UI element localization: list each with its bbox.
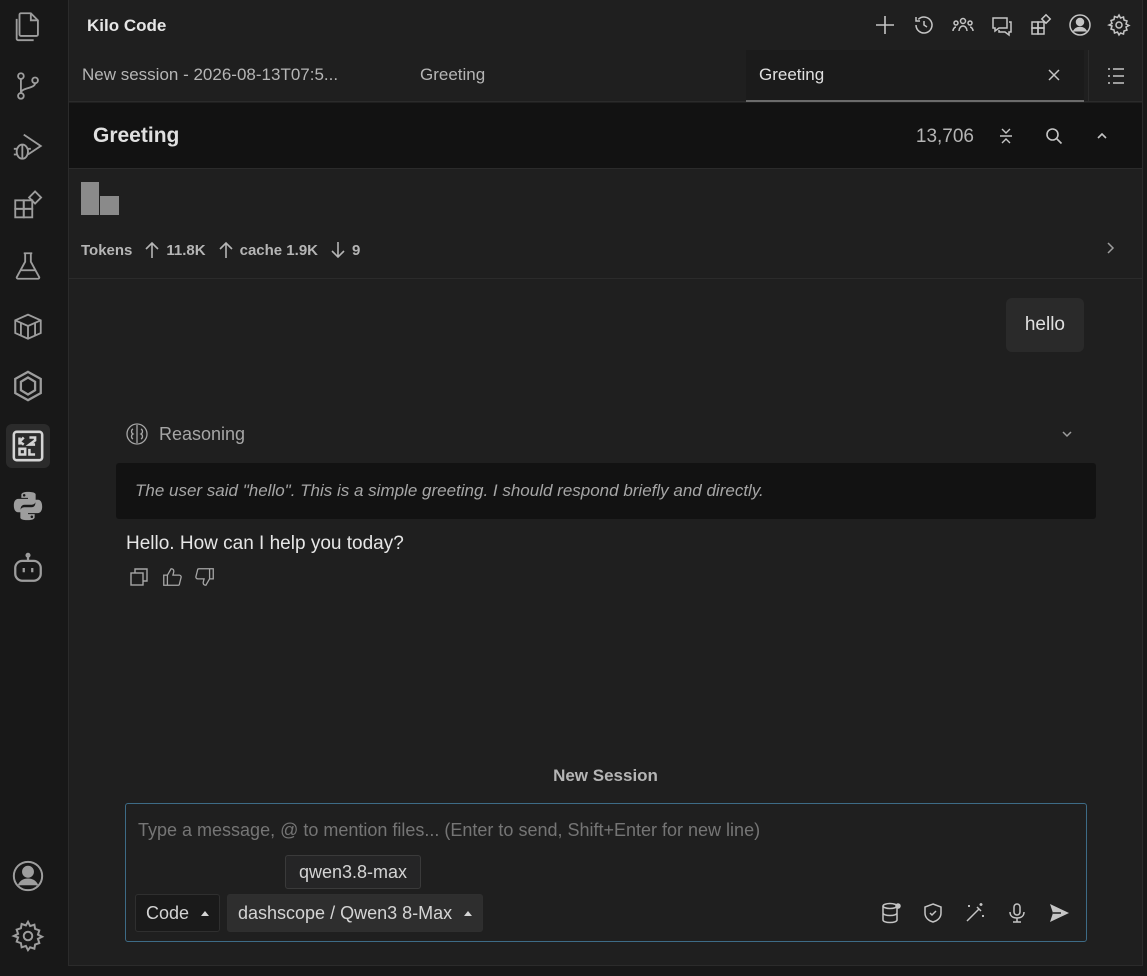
tokens-out: 9 <box>352 241 361 259</box>
tabs-list-icon[interactable] <box>1088 50 1142 102</box>
robot-icon[interactable] <box>6 546 50 590</box>
copy-icon[interactable] <box>128 565 150 589</box>
session-tabs: New session - 2026-08-13T07:5... Greetin… <box>69 50 1142 102</box>
reasoning-label: Reasoning <box>159 423 246 444</box>
caret-up-icon <box>201 910 210 916</box>
arrow-down-icon <box>331 242 345 259</box>
extensions-icon[interactable] <box>6 184 50 228</box>
model-label: dashscope / Qwen3 8-Max <box>238 902 453 923</box>
tokens-cache: cache 1.9K <box>239 241 318 259</box>
search-icon[interactable] <box>1041 123 1067 149</box>
chevron-down-icon[interactable] <box>1059 426 1075 442</box>
profile-icon[interactable] <box>1060 10 1099 40</box>
mode-label: Code <box>146 902 190 923</box>
tab-greeting[interactable]: Greeting <box>420 50 540 102</box>
panel-title: Kilo Code <box>87 16 167 35</box>
marketplace-icon[interactable] <box>1021 10 1060 40</box>
send-icon[interactable] <box>1044 898 1074 928</box>
explorer-icon[interactable] <box>6 4 50 48</box>
header-actions <box>865 10 1138 40</box>
chat-composer: qwen3.8-max Code dashscope / Qwen3 8-Max <box>125 803 1087 942</box>
microphone-icon[interactable] <box>1002 898 1032 928</box>
tokens-label: Tokens <box>81 241 133 259</box>
arrow-up-icon <box>219 241 233 258</box>
new-task-icon[interactable] <box>865 10 904 40</box>
python-icon[interactable] <box>6 484 50 528</box>
close-icon[interactable] <box>1044 65 1064 85</box>
chevron-right-icon[interactable] <box>1102 240 1118 256</box>
brain-icon <box>126 423 148 445</box>
magic-wand-icon[interactable] <box>960 898 990 928</box>
agents-icon[interactable] <box>943 10 982 40</box>
source-control-icon[interactable] <box>6 64 50 108</box>
reasoning-text: The user said "hello". This is a simple … <box>116 463 1096 519</box>
testing-icon[interactable] <box>6 244 50 288</box>
arrow-up-icon <box>145 241 159 258</box>
activity-bar <box>0 0 56 976</box>
tab-greeting-active[interactable]: Greeting <box>746 50 1084 102</box>
run-debug-icon[interactable] <box>6 124 50 168</box>
divider <box>69 278 1142 279</box>
database-icon[interactable] <box>876 898 906 928</box>
thumbs-down-icon[interactable] <box>194 565 216 589</box>
tab-label: Greeting <box>759 65 825 84</box>
assistant-message: Hello. How can I help you today? <box>126 533 404 554</box>
kilo-code-panel: Kilo Code New session - 2026-08-13T07:5.… <box>68 0 1143 966</box>
mode-select[interactable]: Code <box>135 894 221 932</box>
tab-new-session[interactable]: New session - 2026-08-13T07:5... <box>82 50 372 102</box>
settings-icon[interactable] <box>1099 10 1138 40</box>
reasoning-toggle[interactable]: Reasoning <box>125 420 1075 448</box>
tokens-row: Tokens 11.8K cache 1.9K 9 <box>81 238 1142 262</box>
manage-gear-icon[interactable] <box>6 914 50 958</box>
containers-icon[interactable] <box>6 304 50 348</box>
caret-up-icon <box>464 910 473 916</box>
tokens-in: 11.8K <box>166 241 206 259</box>
context-token-count: 13,706 <box>915 126 974 147</box>
hexagon-icon[interactable] <box>6 364 50 408</box>
context-usage-bar <box>81 182 119 215</box>
history-icon[interactable] <box>904 10 943 40</box>
kilo-code-icon[interactable] <box>6 424 50 468</box>
shield-icon[interactable] <box>918 898 948 928</box>
task-header: Greeting 13,706 <box>69 103 1142 169</box>
thumbs-up-icon[interactable] <box>161 565 183 589</box>
chat-icon[interactable] <box>982 10 1021 40</box>
user-message: hello <box>1005 298 1084 352</box>
new-session-label[interactable]: New Session <box>69 766 1142 786</box>
chevron-up-icon[interactable] <box>1089 123 1115 149</box>
message-input[interactable] <box>138 820 1074 841</box>
composer-actions <box>864 898 1074 928</box>
model-select[interactable]: dashscope / Qwen3 8-Max <box>227 894 484 932</box>
collapse-icon[interactable] <box>993 123 1019 149</box>
task-title: Greeting <box>93 124 180 147</box>
model-tooltip: qwen3.8-max <box>285 855 422 889</box>
message-actions <box>128 565 227 589</box>
accounts-icon[interactable] <box>6 854 50 898</box>
panel-header: Kilo Code <box>69 0 1142 50</box>
